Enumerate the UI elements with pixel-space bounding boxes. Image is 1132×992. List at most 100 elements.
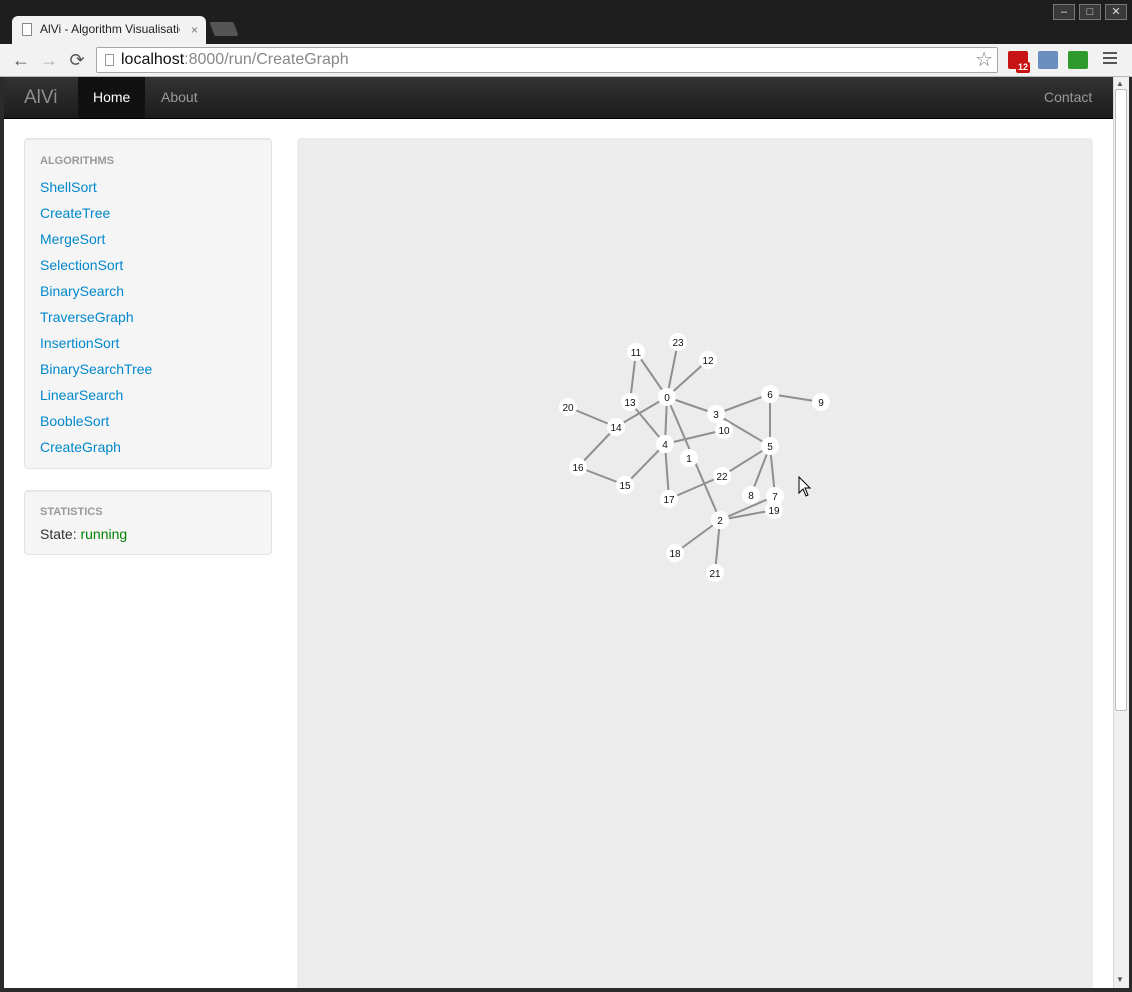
graph-node-4[interactable]: 4 — [656, 435, 674, 453]
top-navbar: AlVi Home About Contact — [4, 77, 1113, 119]
browser-titlebar: AlVi - Algorithm Visualisatio × – □ ✕ — [0, 0, 1132, 44]
statistics-header: STATISTICS — [40, 506, 103, 518]
graph-node-0[interactable]: 0 — [658, 388, 676, 406]
url-host: localhost — [121, 51, 185, 68]
graph-node-8[interactable]: 8 — [742, 486, 760, 504]
browser-tab[interactable]: AlVi - Algorithm Visualisatio × — [12, 16, 206, 44]
graph-node-11[interactable]: 11 — [627, 343, 645, 361]
graph-node-20[interactable]: 20 — [559, 398, 577, 416]
new-tab-button[interactable] — [209, 22, 239, 36]
page-info-icon — [105, 54, 114, 66]
page-icon — [22, 23, 32, 36]
statistics-panel: STATISTICS State: running — [24, 490, 272, 555]
graph-node-15[interactable]: 15 — [616, 476, 634, 494]
algorithms-header: ALGORITHMS — [40, 155, 114, 167]
algorithm-link[interactable]: CreateTree — [40, 205, 110, 221]
graph-node-13[interactable]: 13 — [621, 393, 639, 411]
graph-node-19[interactable]: 19 — [765, 501, 783, 519]
checkmark-extension-icon[interactable] — [1068, 51, 1088, 69]
graph-node-16[interactable]: 16 — [569, 458, 587, 476]
algorithm-link[interactable]: SelectionSort — [40, 257, 123, 273]
graph-node-23[interactable]: 23 — [669, 333, 687, 351]
state-label: State: — [40, 526, 77, 542]
graph-node-label: 20 — [562, 403, 574, 414]
graph-node-label: 3 — [713, 410, 719, 421]
algorithm-link[interactable]: MergeSort — [40, 231, 105, 247]
graph-edge — [664, 429, 725, 445]
reload-button[interactable]: ⟳ — [66, 49, 88, 71]
algorithm-link[interactable]: InsertionSort — [40, 335, 119, 351]
graph-node-label: 4 — [662, 440, 668, 451]
extension-icon[interactable] — [1038, 51, 1058, 69]
graph-node-label: 22 — [716, 472, 728, 483]
graph-node-label: 15 — [619, 481, 631, 492]
address-bar[interactable]: localhost:8000/run/CreateGraph ☆ — [96, 47, 998, 73]
scroll-down-icon[interactable]: ▼ — [1116, 975, 1124, 984]
graph-node-18[interactable]: 18 — [666, 544, 684, 562]
nav-home[interactable]: Home — [78, 77, 146, 118]
chrome-menu-icon[interactable] — [1103, 52, 1117, 67]
url-path: :8000/run/CreateGraph — [184, 51, 349, 68]
graph-node-6[interactable]: 6 — [761, 385, 779, 403]
graph-node-label: 1 — [686, 454, 692, 465]
algorithm-link[interactable]: ShellSort — [40, 179, 97, 195]
graph-node-label: 21 — [709, 569, 721, 580]
graph-node-label: 8 — [748, 491, 754, 502]
back-button[interactable]: ← — [10, 49, 32, 71]
graph-node-label: 13 — [624, 398, 636, 409]
bookmark-star-icon[interactable]: ☆ — [975, 48, 993, 72]
close-window-button[interactable]: ✕ — [1105, 4, 1127, 20]
vertical-scrollbar[interactable]: ▲ ▼ — [1113, 77, 1129, 988]
gmail-unread-badge: 12 — [1016, 62, 1031, 73]
scroll-thumb[interactable] — [1115, 89, 1127, 711]
graph-node-12[interactable]: 12 — [699, 351, 717, 369]
graph-node-1[interactable]: 1 — [680, 449, 698, 467]
algorithm-link[interactable]: BinarySearchTree — [40, 361, 152, 377]
tab-close-icon[interactable]: × — [191, 23, 198, 37]
graph-node-label: 12 — [702, 356, 714, 367]
minimize-button[interactable]: – — [1053, 4, 1075, 20]
graph-node-label: 19 — [768, 506, 780, 517]
scroll-up-icon[interactable]: ▲ — [1116, 79, 1124, 88]
graph-node-label: 23 — [672, 338, 684, 349]
graph-node-21[interactable]: 21 — [706, 564, 724, 582]
graph-node-2[interactable]: 2 — [711, 511, 729, 529]
graph-node-5[interactable]: 5 — [761, 437, 779, 455]
forward-button[interactable]: → — [38, 49, 60, 71]
graph-node-label: 5 — [767, 442, 773, 453]
graph-node-17[interactable]: 17 — [660, 490, 678, 508]
algorithm-link[interactable]: CreateGraph — [40, 439, 121, 455]
graph-node-label: 14 — [610, 423, 622, 434]
graph-node-label: 17 — [663, 495, 675, 506]
browser-toolbar: ← → ⟳ localhost:8000/run/CreateGraph ☆ — [0, 44, 1132, 77]
visualization-canvas[interactable]: 0 1 2 3 4 5 6 7 8 9 10 11 12 13 14 15 16 17 18 19 20 21 22 23 — [297, 138, 1093, 988]
graph-node-label: 0 — [664, 393, 670, 404]
graph-node-3[interactable]: 3 — [707, 405, 725, 423]
algorithm-link[interactable]: LinearSearch — [40, 387, 123, 403]
graph-node-label: 6 — [767, 390, 773, 401]
graph-node-9[interactable]: 9 — [812, 393, 830, 411]
graph-node-14[interactable]: 14 — [607, 418, 625, 436]
graph-node-22[interactable]: 22 — [713, 467, 731, 485]
algorithm-link[interactable]: BinarySearch — [40, 283, 124, 299]
nav-about[interactable]: About — [146, 77, 213, 118]
maximize-button[interactable]: □ — [1079, 4, 1101, 20]
algorithm-link[interactable]: BoobleSort — [40, 413, 109, 429]
brand-logo[interactable]: AlVi — [24, 87, 57, 109]
graph-node-10[interactable]: 10 — [715, 421, 733, 439]
graph-node-label: 2 — [717, 516, 723, 527]
graph-node-label: 10 — [718, 426, 730, 437]
state-readout: State: running — [40, 526, 127, 542]
page-viewport: AlVi Home About Contact ALGORITHMS Shell… — [4, 77, 1113, 988]
algorithms-panel: ALGORITHMS ShellSort CreateTree MergeSor… — [24, 138, 272, 469]
graph-node-label: 18 — [669, 549, 681, 560]
mouse-cursor-icon — [798, 476, 812, 497]
graph-node-label: 11 — [631, 348, 642, 359]
nav-contact[interactable]: Contact — [1029, 77, 1107, 118]
graph-node-label: 9 — [818, 398, 824, 409]
tab-title: AlVi - Algorithm Visualisatio — [40, 22, 180, 36]
state-value: running — [80, 526, 128, 542]
algorithm-link[interactable]: TraverseGraph — [40, 309, 134, 325]
graph-svg: 01234 567891011121314151617181920212223 — [559, 333, 830, 582]
graph-node-label: 16 — [572, 463, 584, 474]
